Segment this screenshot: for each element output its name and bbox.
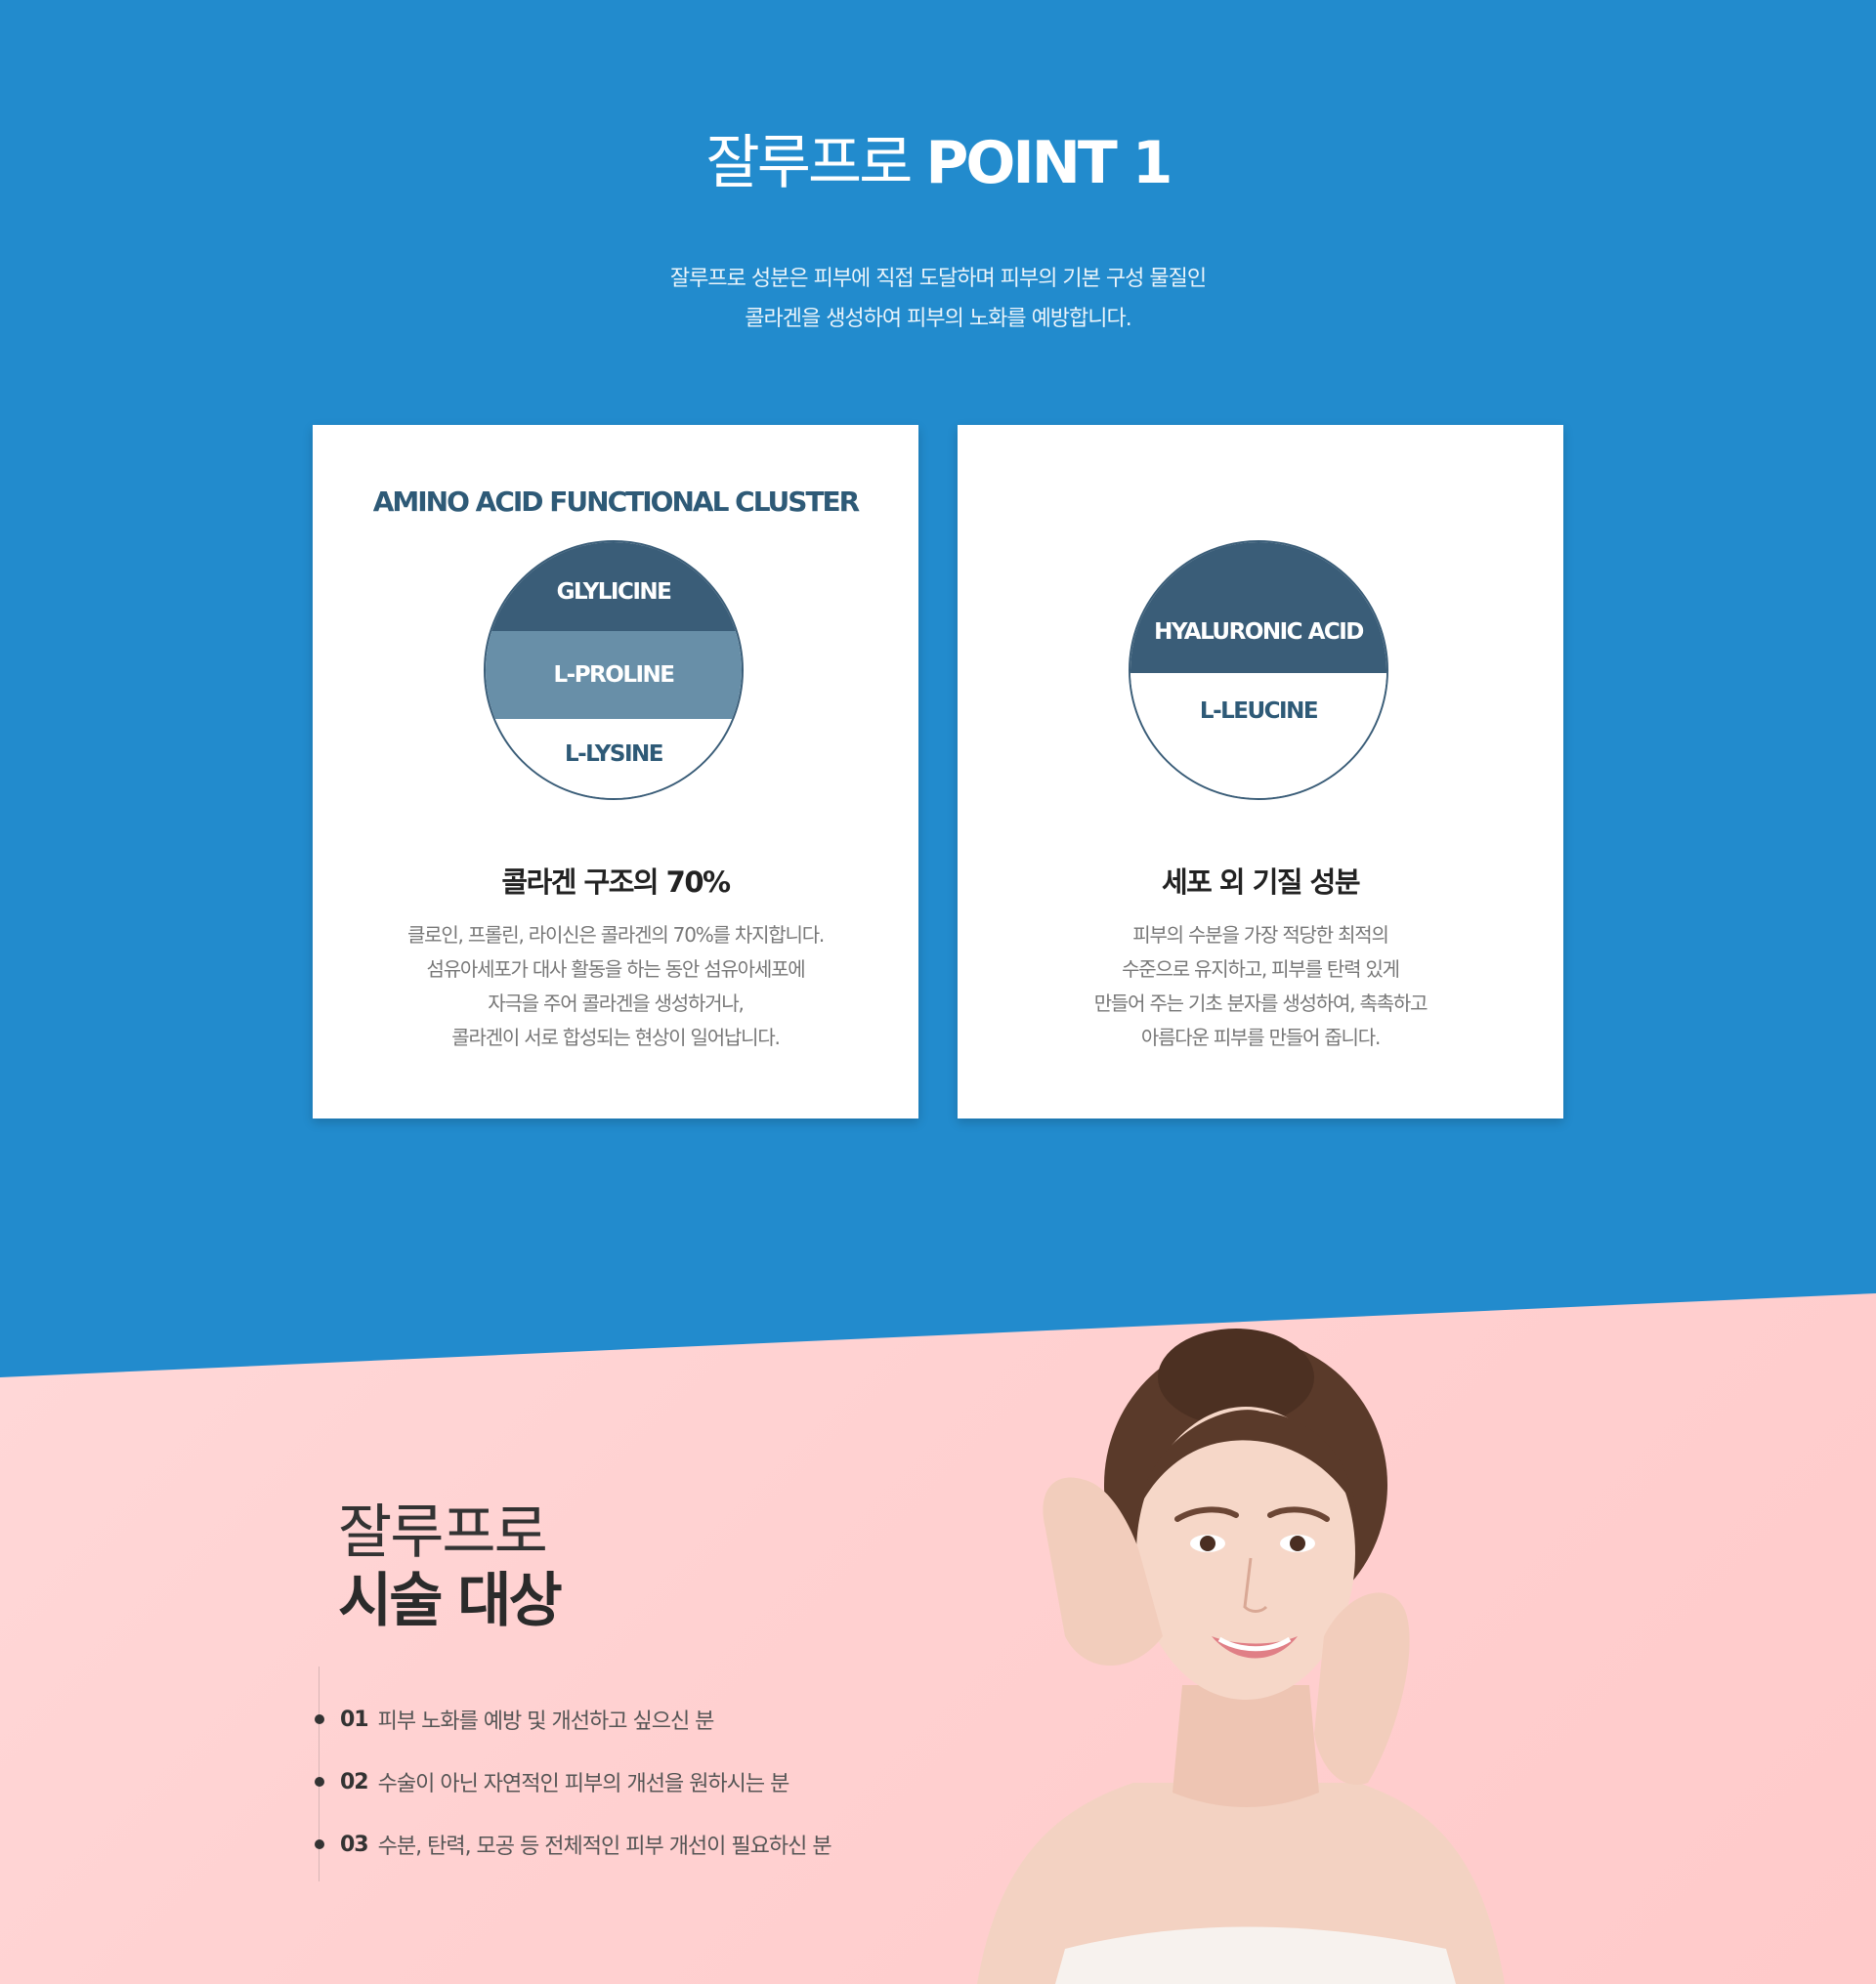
card-body-line: 아름다운 피부를 만들어 줍니다. [1140, 1026, 1381, 1049]
band-l-proline: L-PROLINE [486, 631, 742, 719]
target-title-bold: 시술 대상 [338, 1567, 563, 1635]
list-number: 03 [340, 1832, 369, 1857]
card-body: 피부의 수분을 가장 적당한 최적의 수준으로 유지하고, 피부를 탄력 있게 … [958, 918, 1563, 1055]
page-title: 잘루프로 POINT 1 [0, 115, 1876, 200]
card-body-line: 피부의 수분을 가장 적당한 최적의 [1132, 923, 1389, 947]
list-text: 피부 노화를 예방 및 개선하고 싶으신 분 [377, 1710, 715, 1734]
band-glylicine: GLYLICINE [486, 542, 742, 631]
bullet-icon [315, 1839, 324, 1849]
list-text: 수분, 탄력, 모공 등 전체적인 피부 개선이 필요하신 분 [377, 1835, 832, 1859]
target-list: 01 피부 노화를 예방 및 개선하고 싶으신 분 02 수술이 아닌 자연적인… [315, 1688, 832, 1876]
card-body-line: 만들어 주는 기초 분자를 생성하여, 촉촉하고 [1093, 992, 1428, 1015]
woman-portrait-image [977, 1329, 1505, 1984]
bullet-icon [315, 1777, 324, 1787]
title-bold: POINT 1 [925, 129, 1172, 197]
card-body-line: 클로인, 프롤린, 라이신은 콜라겐의 70%를 차지합니다. [406, 923, 825, 947]
lead-line: 콜라겐을 생성하여 피부의 노화를 예방합니다. [745, 307, 1132, 331]
card-body-line: 자극을 주어 콜라겐을 생성하거나, [488, 992, 745, 1015]
card-body-line: 섬유아세포가 대사 활동을 하는 동안 섬유아세포에 [426, 957, 806, 981]
lead-line: 잘루프로 성분은 피부에 직접 도달하며 피부의 기본 구성 물질인 [669, 267, 1207, 291]
card-amino-acid: AMINO ACID FUNCTIONAL CLUSTER GLYLICINE … [313, 425, 918, 1119]
list-number: 02 [340, 1769, 369, 1794]
card-heading: 세포 외 기질 성분 [1161, 865, 1361, 899]
title-light: 잘루프로 [705, 129, 926, 197]
card-extracellular-matrix: HYALURONIC ACID L-LEUCINE 세포 외 기질 성분 피부의… [958, 425, 1563, 1119]
bullet-icon [315, 1714, 324, 1724]
list-item: 01 피부 노화를 예방 및 개선하고 싶으신 분 [315, 1688, 831, 1751]
card-body: 클로인, 프롤린, 라이신은 콜라겐의 70%를 차지합니다. 섬유아세포가 대… [313, 918, 918, 1055]
list-number: 01 [340, 1707, 369, 1732]
list-item: 02 수술이 아닌 자연적인 피부의 개선을 원하시는 분 [315, 1751, 831, 1813]
ingredient-circle: GLYLICINE L-PROLINE L-LYSINE [484, 540, 744, 800]
list-text: 수술이 아닌 자연적인 피부의 개선을 원하시는 분 [377, 1772, 790, 1796]
ingredient-circle: HYALURONIC ACID L-LEUCINE [1129, 540, 1388, 800]
list-item: 03 수분, 탄력, 모공 등 전체적인 피부 개선이 필요하신 분 [315, 1813, 832, 1876]
card-body-line: 콜라겐이 서로 합성되는 현상이 일어납니다. [451, 1026, 781, 1049]
band-l-lysine: L-LYSINE [486, 719, 742, 798]
card-body-line: 수준으로 유지하고, 피부를 탄력 있게 [1122, 957, 1400, 981]
card-heading: 콜라겐 구조의 70% [501, 865, 731, 899]
card-top-label: AMINO ACID FUNCTIONAL CLUSTER [372, 485, 861, 518]
band-hyaluronic-acid: HYALURONIC ACID [1130, 542, 1386, 673]
band-l-leucine: L-LEUCINE [1130, 673, 1386, 798]
lead-text: 잘루프로 성분은 피부에 직접 도달하며 피부의 기본 구성 물질인 콜라겐을 … [0, 259, 1876, 339]
